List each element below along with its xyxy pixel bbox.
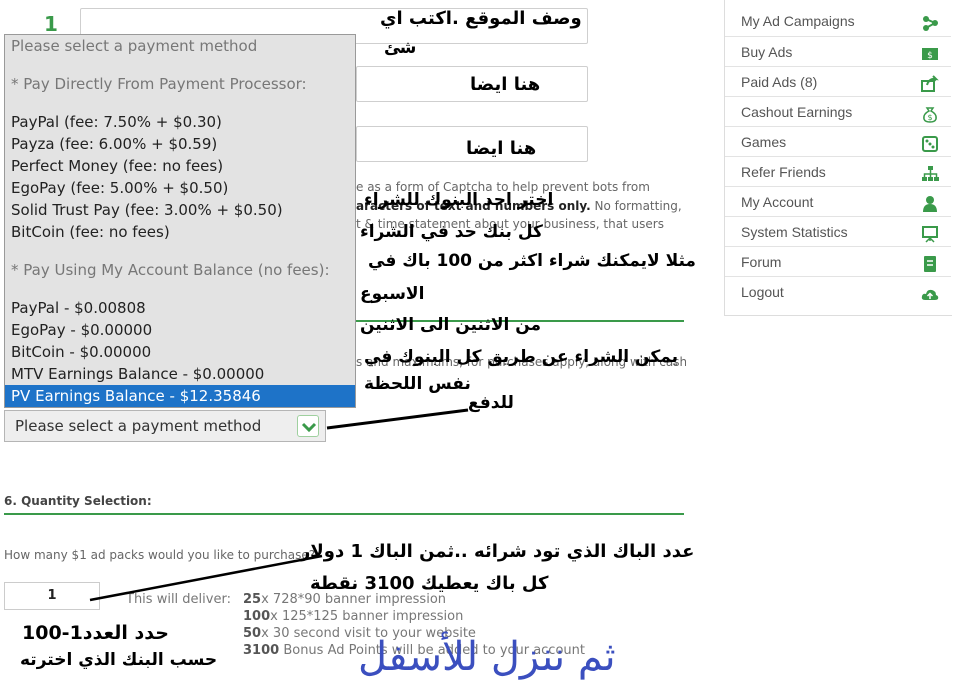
dropdown-option[interactable]: BitCoin (fee: no fees) xyxy=(11,221,355,243)
deliver-count: 25 xyxy=(243,592,262,607)
annotation-can-buy-all: يمكن الشراء عن طريق كل البنوك في xyxy=(364,347,679,367)
dropdown-option[interactable]: PV Earnings Balance - $12.35846 xyxy=(5,385,355,407)
sidebar-item-logout[interactable]: Logout xyxy=(725,276,951,306)
dropdown-option[interactable]: BitCoin - $0.00000 xyxy=(11,341,355,363)
dropdown-option[interactable]: Perfect Money (fee: no fees) xyxy=(11,155,355,177)
share-arrow-icon xyxy=(921,73,939,92)
step-number: 1 xyxy=(44,12,58,36)
dropdown-option[interactable]: Solid Trust Pay (fee: 3.00% + $0.50) xyxy=(11,199,355,221)
svg-text:$: $ xyxy=(927,113,932,122)
dice-icon xyxy=(921,133,939,152)
deliver-item: 100x 125*125 banner impression xyxy=(243,608,585,625)
dropdown-option[interactable]: PayPal (fee: 7.50% + $0.30) xyxy=(11,111,355,133)
sidebar-item-label: Refer Friends xyxy=(741,164,826,180)
annotation-choose-bank: اختر احد البنوك للشراء xyxy=(364,190,554,210)
captcha-rest-text: No formatting, xyxy=(590,199,682,213)
dropdown-option[interactable]: EgoPay (fee: 5.00% + $0.50) xyxy=(11,177,355,199)
sidebar-item-paid-ads-8[interactable]: Paid Ads (8) xyxy=(725,66,951,96)
sidebar-item-label: Forum xyxy=(741,254,782,270)
sidebar-item-label: Buy Ads xyxy=(741,44,793,60)
svg-text:$: $ xyxy=(927,51,933,61)
sidebar-item-forum[interactable]: Forum xyxy=(725,246,951,276)
sidebar-item-label: Games xyxy=(741,134,787,150)
sidebar-item-label: My Account xyxy=(741,194,814,210)
annotation-bank-limit: كل بنك حد في الشراء xyxy=(360,222,543,242)
share-icon xyxy=(921,12,939,31)
dropdown-option[interactable]: PayPal - $0.00808 xyxy=(11,297,355,319)
deliver-label: This will deliver: xyxy=(126,592,231,607)
annotation-pack-points: كل باك يعطيك 3100 نقطة xyxy=(310,573,549,594)
sitemap-icon xyxy=(921,163,939,181)
sidebar-item-label: My Ad Campaigns xyxy=(741,13,855,29)
presentation-icon xyxy=(921,223,939,243)
money-icon: $ xyxy=(921,43,939,61)
dropdown-option[interactable]: Payza (fee: 6.00% + $0.59) xyxy=(11,133,355,155)
sidebar-item-label: Cashout Earnings xyxy=(741,104,853,120)
section-divider-quantity xyxy=(4,513,684,515)
payment-method-select[interactable]: Please select a payment method xyxy=(4,410,326,442)
deliver-count: 50 xyxy=(243,626,262,641)
annotation-scroll-down: ثم ننزل للأسفل xyxy=(358,634,616,680)
cloud-upload-icon xyxy=(921,283,939,301)
sidebar-item-refer-friends[interactable]: Refer Friends xyxy=(725,156,951,186)
annotation-for-payment: للدفع xyxy=(468,393,514,413)
user-icon xyxy=(921,193,939,212)
chevron-down-icon[interactable] xyxy=(297,415,319,437)
annotation-example-limit: مثلا لايمكنك شراء اكثر من 100 باك في xyxy=(368,251,696,271)
annotation-site-description: وصف الموقع .اكتب اي xyxy=(380,8,582,29)
sidebar-menu: My Ad Campaigns Buy Ads $ Paid Ads (8) Casho… xyxy=(724,0,952,316)
deliver-text: x 728*90 banner impression xyxy=(261,592,447,607)
sidebar-item-my-ad-campaigns[interactable]: My Ad Campaigns xyxy=(725,6,951,36)
annotation-anything: شئ xyxy=(384,38,417,58)
sidebar-item-label: System Statistics xyxy=(741,224,848,240)
dropdown-group-label: Please select a payment method xyxy=(11,37,258,55)
quantity-input[interactable]: 1 xyxy=(4,582,100,610)
sidebar-item-system-statistics[interactable]: System Statistics xyxy=(725,216,951,246)
sidebar-item-games[interactable]: Games xyxy=(725,126,951,156)
dropdown-option[interactable]: EgoPay - $0.00000 xyxy=(11,319,355,341)
annotation-here-too-1: هنا ايضا xyxy=(470,74,541,95)
dropdown-option[interactable]: MTV Earnings Balance - $0.00000 xyxy=(11,363,355,385)
annotation-same-moment: نفس اللحظة xyxy=(364,374,471,394)
dropdown-group-label: * Pay Using My Account Balance (no fees)… xyxy=(11,261,330,279)
sidebar-item-buy-ads[interactable]: Buy Ads $ xyxy=(725,36,951,66)
annotation-pack-count: عدد الباك الذي تود شرائه ..ثمن الباك 1 د… xyxy=(300,541,695,562)
payment-method-dropdown-list[interactable]: Please select a payment method * Pay Dire… xyxy=(4,34,356,408)
payment-select-value: Please select a payment method xyxy=(15,417,262,435)
annotation-here-too-2: هنا ايضا xyxy=(466,138,537,159)
annotation-by-bank: حسب البنك الذي اخترته xyxy=(20,650,218,670)
deliver-text: x 125*125 banner impression xyxy=(270,609,464,624)
sidebar-item-my-account[interactable]: My Account xyxy=(725,186,951,216)
dropdown-group-label: * Pay Directly From Payment Processor: xyxy=(11,75,307,93)
annotation-monday-to-monday: من الاثنين الى الاثنين xyxy=(360,315,542,335)
deliver-count: 100 xyxy=(243,609,271,624)
book-icon xyxy=(921,253,939,272)
sidebar-item-label: Logout xyxy=(741,284,784,300)
sidebar-item-cashout-earnings[interactable]: Cashout Earnings $ xyxy=(725,96,951,126)
sidebar-item-label: Paid Ads (8) xyxy=(741,74,818,90)
annotation-set-count: حدد العدد1-100 xyxy=(22,622,169,644)
deliver-count: 3100 xyxy=(243,643,280,658)
annotation-week: الاسبوع xyxy=(360,284,425,304)
money-bag-icon: $ xyxy=(921,103,939,123)
quantity-question: How many $1 ad packs would you like to p… xyxy=(4,548,316,562)
quantity-section-title: 6. Quantity Selection: xyxy=(4,494,152,508)
